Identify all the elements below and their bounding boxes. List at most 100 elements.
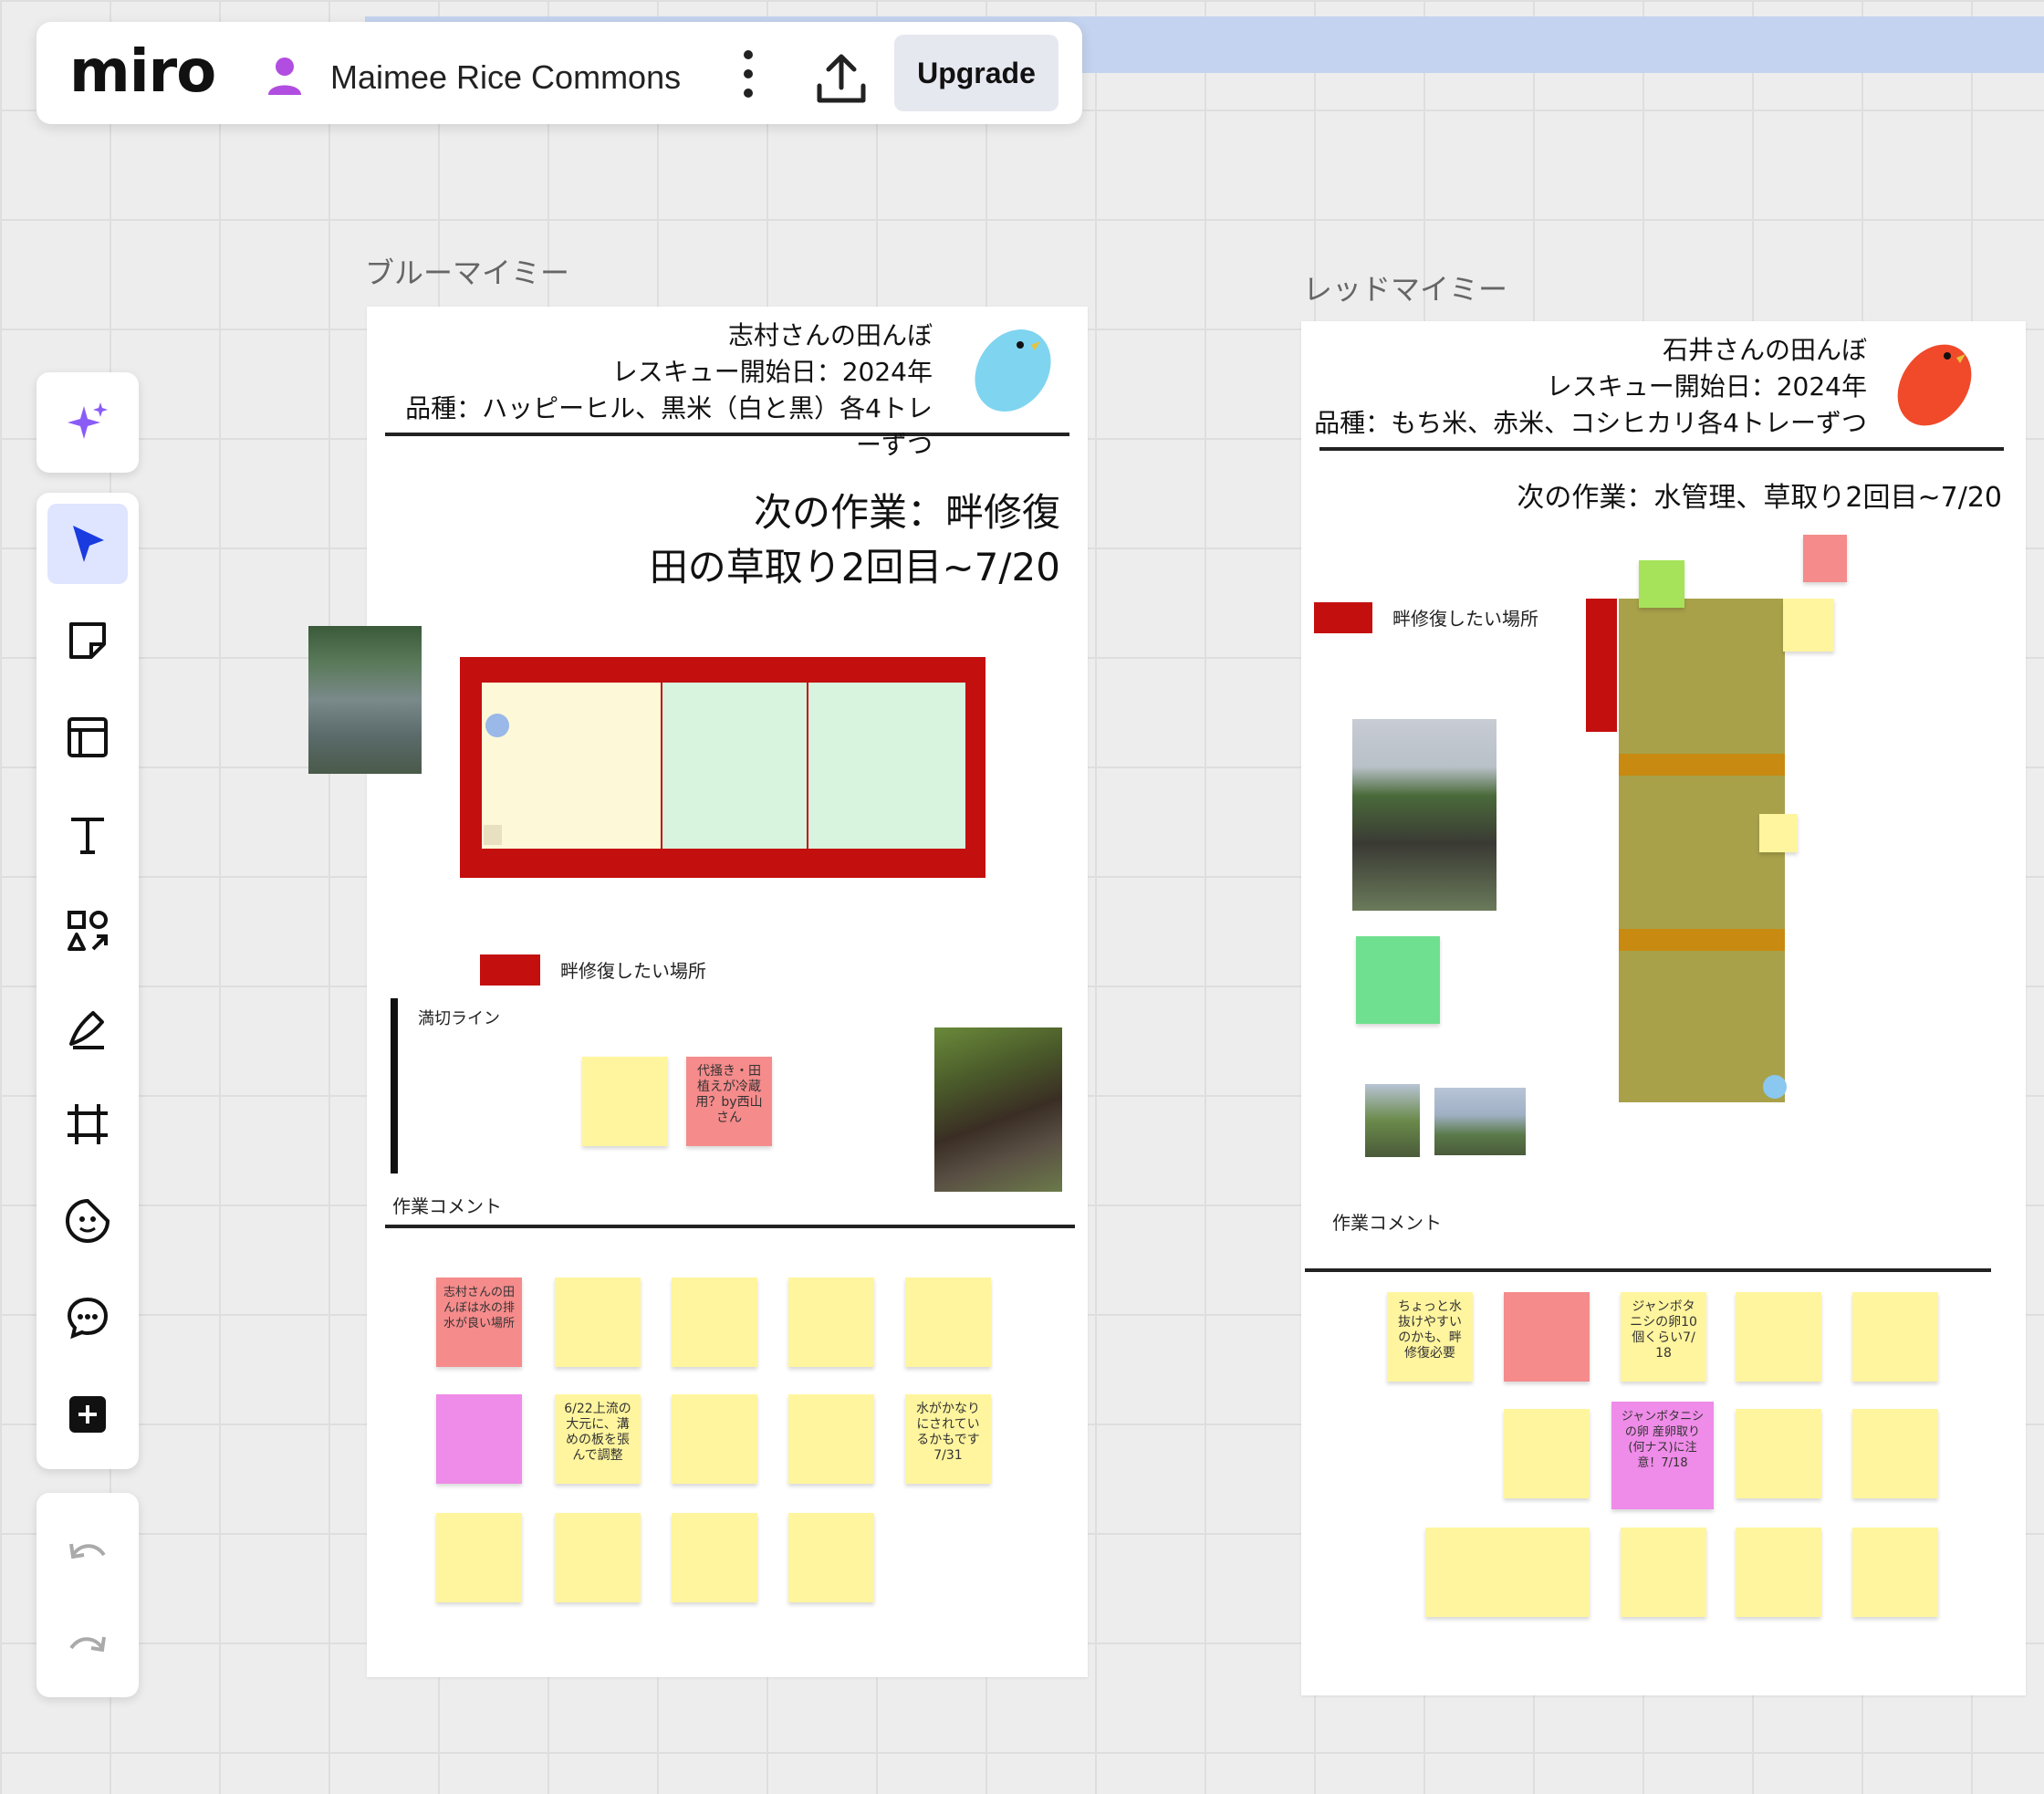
header-divider <box>385 433 1069 436</box>
marker-dot <box>485 714 509 737</box>
user-icon <box>265 55 305 97</box>
frame-title-red[interactable]: レッドマイミー <box>1303 266 1507 308</box>
hazard-area[interactable] <box>1586 599 1617 732</box>
cursor-icon[interactable] <box>47 504 128 584</box>
sticky-note[interactable] <box>1852 1409 1938 1498</box>
comment-divider <box>1305 1268 1991 1272</box>
more-vertical-icon[interactable] <box>730 47 766 100</box>
next-task: 次の作業：水管理、草取り2回目~7/20 <box>1517 482 2002 514</box>
sticky-note[interactable] <box>436 1394 522 1484</box>
sticky-note[interactable]: 6/22上流の大元に、溝めの板を張んで調整 <box>555 1394 641 1484</box>
sticky-note[interactable] <box>1803 535 1847 582</box>
sticky-note[interactable] <box>672 1278 757 1367</box>
sticky-note[interactable]: 水がかなりにされているかもです7/31 <box>905 1394 991 1484</box>
start-line: レスキュー開始日：2024年 <box>611 357 933 387</box>
text-icon[interactable] <box>47 794 128 874</box>
sticky-note[interactable] <box>1783 599 1834 652</box>
frame-red[interactable]: 石井さんの田んぼ レスキュー開始日：2024年 品種：もち米、赤米、コシヒカリ各… <box>1301 321 2026 1695</box>
redo-icon[interactable] <box>47 1606 128 1686</box>
undo-icon[interactable] <box>47 1513 128 1593</box>
cutoff-line <box>391 998 398 1173</box>
sticky-note[interactable] <box>1852 1292 1938 1382</box>
header-divider <box>1319 447 2004 451</box>
sticky-note[interactable] <box>1504 1409 1590 1498</box>
board-name[interactable]: Maimee Rice Commons <box>330 58 681 97</box>
legend-label: 畔修復したい場所 <box>560 960 706 982</box>
paddy-plot-2[interactable] <box>662 683 807 849</box>
cutoff-label: 満切ライン <box>418 1009 500 1028</box>
sticky-note[interactable] <box>672 1394 757 1484</box>
comment-icon[interactable] <box>47 1278 128 1358</box>
sticky-note[interactable]: ジャンボタニシの卵10個くらい7/18 <box>1621 1292 1706 1382</box>
field-photo[interactable] <box>934 1027 1062 1192</box>
sticky-note[interactable] <box>1736 1528 1821 1617</box>
owner-line: 石井さんの田んぼ <box>1662 335 1867 365</box>
sticky-note[interactable] <box>672 1513 757 1602</box>
top-bar: miro Maimee Rice Commons Upgrade <box>36 22 1082 124</box>
sticker-icon[interactable] <box>47 1181 128 1261</box>
comment-divider <box>385 1225 1075 1228</box>
sparkle-icon[interactable] <box>47 382 128 463</box>
main-toolbar <box>36 493 139 1469</box>
bed-divider <box>1619 929 1785 951</box>
sticky-note[interactable] <box>436 1513 522 1602</box>
sticky-note[interactable]: ジャンボタニシの卵 産卵取り(何ナス)に注意！7/18 <box>1611 1402 1714 1509</box>
sticky-note[interactable] <box>1356 936 1440 1024</box>
sticky-note[interactable] <box>555 1278 641 1367</box>
bed-divider <box>1619 754 1785 776</box>
sticky-note[interactable] <box>1504 1292 1590 1382</box>
field-photo[interactable] <box>1365 1084 1420 1157</box>
miro-logo[interactable]: miro <box>69 38 216 106</box>
sticky-note[interactable]: 代掻き・田植えが冷蔵用？by西山さん <box>686 1057 772 1146</box>
marker-dot <box>1763 1075 1787 1099</box>
next-task-line1: 次の作業：畔修復 <box>753 490 1060 535</box>
paddy-plot-1[interactable] <box>482 683 661 849</box>
upload-icon[interactable] <box>812 51 871 106</box>
marker-note <box>484 825 502 845</box>
paddy-map[interactable] <box>460 657 986 878</box>
sticky-note[interactable] <box>1736 1292 1821 1382</box>
upgrade-button[interactable]: Upgrade <box>894 35 1058 111</box>
sticky-note-icon[interactable] <box>47 600 128 681</box>
sticky-note[interactable] <box>788 1394 874 1484</box>
comment-heading: 作業コメント <box>1332 1212 1442 1234</box>
sticky-note[interactable] <box>905 1278 991 1367</box>
add-icon[interactable] <box>47 1374 128 1455</box>
paddy-plot-3[interactable] <box>808 683 965 849</box>
shapes-icon[interactable] <box>47 891 128 971</box>
next-task-line2: 田の草取り2回目~7/20 <box>649 545 1060 589</box>
sticky-note[interactable] <box>1736 1409 1821 1498</box>
planting-photo[interactable] <box>308 626 422 774</box>
sticky-note[interactable] <box>1759 814 1798 852</box>
legend-label: 畔修復したい場所 <box>1392 608 1538 630</box>
ai-toolbar <box>36 372 139 473</box>
sticky-note[interactable] <box>1852 1528 1938 1617</box>
legend-swatch <box>1314 602 1372 633</box>
undo-toolbar <box>36 1493 139 1697</box>
frame-icon[interactable] <box>47 1084 128 1164</box>
red-bird-icon <box>1883 330 1984 431</box>
frame-title-blue[interactable]: ブルーマイミー <box>365 250 569 292</box>
frame-blue[interactable]: 志村さんの田んぼ レスキュー開始日：2024年 品種：ハッピーヒル、黒米（白と黒… <box>367 307 1088 1677</box>
sticky-note[interactable] <box>555 1513 641 1602</box>
variety-line: 品種：もち米、赤米、コシヒカリ各4トレーずつ <box>1314 408 1867 438</box>
sticky-note[interactable] <box>1621 1528 1706 1617</box>
comment-heading: 作業コメント <box>392 1195 502 1217</box>
sticky-note[interactable]: 志村さんの田んぼは水の排水が良い場所 <box>436 1278 522 1367</box>
legend-swatch <box>480 954 540 986</box>
sticky-note[interactable]: ちょっと水抜けやすいのかも、畔修復必要 <box>1387 1292 1473 1382</box>
sticky-note[interactable] <box>788 1278 874 1367</box>
sticky-note[interactable] <box>582 1057 668 1146</box>
owner-line: 志村さんの田んぼ <box>727 320 933 350</box>
variety-line-cont: ーずつ <box>855 430 933 460</box>
template-icon[interactable] <box>47 697 128 777</box>
sticky-note[interactable] <box>1639 560 1684 608</box>
variety-line: 品種：ハッピーヒル、黒米（白と黒）各4トレ <box>405 393 933 423</box>
start-line: レスキュー開始日：2024年 <box>1546 371 1867 402</box>
pen-icon[interactable] <box>47 987 128 1068</box>
sticky-note[interactable] <box>788 1513 874 1602</box>
blue-bird-icon <box>960 319 1060 420</box>
field-photo[interactable] <box>1434 1088 1526 1155</box>
field-photo[interactable] <box>1352 719 1496 911</box>
sticky-note[interactable] <box>1425 1528 1590 1617</box>
